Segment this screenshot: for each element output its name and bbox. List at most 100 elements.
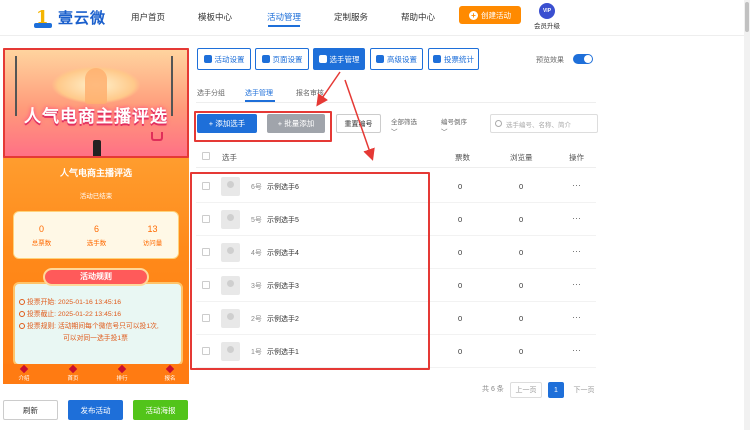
rules-title: 活动规则 bbox=[43, 268, 149, 286]
brand-logo[interactable]: 1 壹云微 bbox=[34, 7, 106, 28]
prev-page-button[interactable]: 上一页 bbox=[510, 382, 542, 398]
diamond-icon bbox=[19, 364, 29, 374]
pagination-total: 共 6 条 bbox=[482, 386, 504, 393]
rule-end: 投票截止: 2025-01-22 13:45:16 bbox=[19, 308, 121, 318]
tab-intro[interactable]: 介绍 bbox=[9, 364, 39, 382]
nav-home[interactable]: 用户首页 bbox=[131, 11, 165, 23]
col-contestant: 选手 bbox=[222, 153, 237, 162]
contestant-management-label: 选手管理 bbox=[329, 54, 360, 64]
filter-all-dropdown[interactable]: 全部筛选 ﹀ bbox=[391, 116, 417, 136]
rule-start-text: 投票开始: 2025-01-16 13:45:16 bbox=[27, 299, 122, 306]
page-settings-button[interactable]: 页面设置 bbox=[255, 48, 309, 70]
tabs-divider bbox=[196, 102, 596, 103]
tab-ranking-label: 排行 bbox=[116, 376, 128, 382]
page-scrollbar[interactable] bbox=[744, 0, 750, 430]
contestant-management-button[interactable]: 选手管理 bbox=[313, 48, 365, 70]
stat-label: 选手数 bbox=[86, 240, 107, 247]
more-actions-icon[interactable]: ··· bbox=[572, 279, 581, 289]
page-settings-label: 页面设置 bbox=[272, 54, 303, 64]
vip-upgrade[interactable]: VIP 会员升级 bbox=[532, 3, 562, 30]
page-1-button[interactable]: 1 bbox=[548, 382, 564, 398]
activity-title: 人气电商主播评选 bbox=[59, 168, 132, 178]
preview-effect-label: 预览效果 bbox=[536, 57, 564, 64]
vote-count: 0 bbox=[458, 314, 463, 323]
stat-contestants: 6 选手数 bbox=[69, 224, 124, 247]
activity-settings-button[interactable]: 活动设置 bbox=[197, 48, 251, 70]
view-count: 0 bbox=[519, 182, 524, 191]
nav-active-indicator bbox=[268, 25, 300, 27]
clock-icon bbox=[19, 311, 25, 317]
tab-signup[interactable]: 报名 bbox=[155, 364, 185, 382]
tab-home[interactable]: 首页 bbox=[58, 364, 88, 382]
view-count: 0 bbox=[519, 215, 524, 224]
col-votes: 票数 bbox=[455, 153, 470, 162]
stat-label: 访问量 bbox=[142, 240, 163, 247]
view-count: 0 bbox=[519, 248, 524, 257]
brand-name: 壹云微 bbox=[58, 10, 107, 27]
more-actions-icon[interactable]: ··· bbox=[572, 345, 581, 355]
publish-activity-button[interactable]: 发布活动 bbox=[68, 400, 123, 420]
highlight-contestant-list bbox=[190, 172, 430, 370]
search-icon bbox=[495, 120, 502, 127]
vote-count: 0 bbox=[458, 215, 463, 224]
tab-signup-label: 报名 bbox=[164, 376, 176, 382]
gear-icon bbox=[261, 55, 270, 63]
view-count: 0 bbox=[519, 281, 524, 290]
nav-templates[interactable]: 模板中心 bbox=[198, 11, 232, 23]
vip-badge-icon: VIP bbox=[539, 3, 555, 19]
users-icon bbox=[318, 55, 327, 63]
more-actions-icon[interactable]: ··· bbox=[572, 246, 581, 256]
vote-count: 0 bbox=[458, 347, 463, 356]
sort-dropdown[interactable]: 编号倒序 ﹀ bbox=[441, 116, 467, 136]
chevron-down-icon: ﹀ bbox=[391, 129, 398, 136]
tab-contestant-groups[interactable]: 选手分组 bbox=[197, 88, 225, 98]
rules-panel: 投票开始: 2025-01-16 13:45:16 投票截止: 2025-01-… bbox=[13, 282, 183, 366]
scrollbar-thumb[interactable] bbox=[745, 2, 749, 32]
advanced-settings-label: 高级设置 bbox=[387, 54, 417, 64]
stat-label: 总票数 bbox=[31, 240, 52, 247]
tab-contestant-management[interactable]: 选手管理 bbox=[245, 88, 273, 98]
next-page-button[interactable]: 下一页 bbox=[570, 382, 598, 398]
stat-visits: 13 访问量 bbox=[125, 224, 180, 247]
table-header: 选手 票数 浏览量 操作 bbox=[196, 144, 596, 168]
diamond-icon bbox=[165, 364, 175, 374]
info-icon bbox=[19, 323, 25, 329]
filter-all-label: 全部筛选 bbox=[391, 119, 417, 126]
diamond-icon bbox=[117, 364, 127, 374]
nav-activity-management[interactable]: 活动管理 bbox=[267, 11, 301, 23]
sliders-icon bbox=[376, 55, 384, 63]
rule-start: 投票开始: 2025-01-16 13:45:16 bbox=[19, 296, 121, 306]
contestant-search-input[interactable]: 选手编号、名称、简介 bbox=[490, 114, 598, 133]
vote-count: 0 bbox=[458, 281, 463, 290]
stat-value: 6 bbox=[93, 224, 99, 234]
chevron-down-icon: ﹀ bbox=[441, 129, 448, 136]
refresh-button[interactable]: 刷新 bbox=[3, 400, 58, 420]
advanced-settings-button[interactable]: 高级设置 bbox=[370, 48, 423, 70]
rule-end-text: 投票截止: 2025-01-22 13:45:16 bbox=[27, 311, 122, 318]
nav-help-center[interactable]: 帮助中心 bbox=[401, 11, 435, 23]
more-actions-icon[interactable]: ··· bbox=[572, 180, 581, 190]
tab-ranking[interactable]: 排行 bbox=[107, 364, 137, 382]
select-all-checkbox[interactable] bbox=[202, 152, 210, 160]
logo-icon: 1 bbox=[34, 7, 54, 28]
vote-count: 0 bbox=[458, 182, 463, 191]
reset-numbering-button[interactable]: 重置编号 bbox=[336, 114, 381, 133]
stat-value: 13 bbox=[147, 224, 158, 234]
vote-statistics-button[interactable]: 投票统计 bbox=[428, 48, 479, 70]
more-actions-icon[interactable]: ··· bbox=[572, 312, 581, 322]
col-actions: 操作 bbox=[569, 153, 584, 162]
preview-effect-toggle[interactable] bbox=[573, 54, 593, 64]
nav-custom-service[interactable]: 定制服务 bbox=[334, 11, 368, 23]
tab-signup-review[interactable]: 报名审核 bbox=[296, 88, 324, 98]
view-count: 0 bbox=[519, 314, 524, 323]
view-count: 0 bbox=[519, 347, 524, 356]
clock-icon bbox=[19, 299, 25, 305]
more-actions-icon[interactable]: ··· bbox=[572, 213, 581, 223]
plus-icon: + bbox=[469, 10, 478, 20]
vote-count: 0 bbox=[458, 248, 463, 257]
activity-poster-button[interactable]: 活动海报 bbox=[133, 400, 188, 420]
diamond-icon bbox=[68, 364, 78, 374]
highlight-banner bbox=[3, 48, 189, 158]
vip-upgrade-label: 会员升级 bbox=[534, 23, 560, 30]
create-activity-button[interactable]: + 创建活动 bbox=[459, 6, 521, 24]
